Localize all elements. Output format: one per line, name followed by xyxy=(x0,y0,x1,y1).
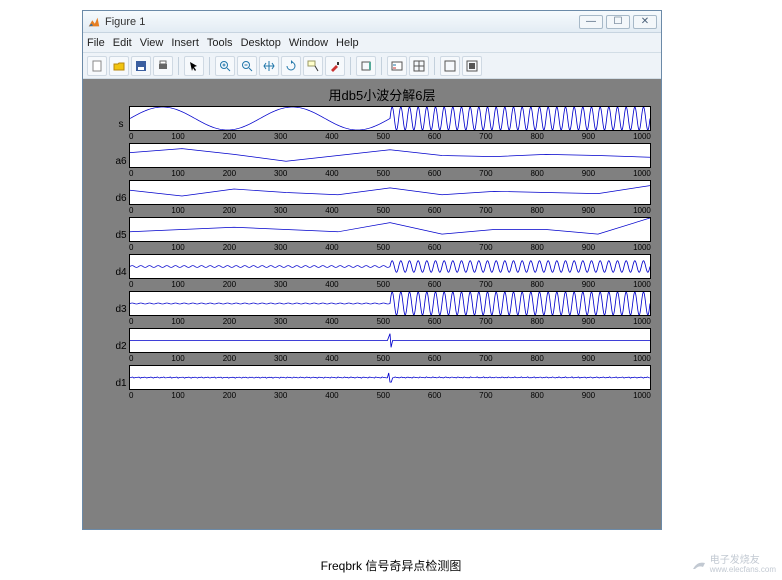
grid-icon[interactable] xyxy=(409,56,429,76)
subplot-axes: 0.50-0.501002003004005006007008009001000 xyxy=(129,217,651,254)
watermark-icon xyxy=(691,559,707,571)
menu-edit[interactable]: Edit xyxy=(113,37,132,49)
figure-title: 用db5小波分解6层 xyxy=(113,85,651,104)
save-icon[interactable] xyxy=(131,56,151,76)
subplot-row: d30.50-0.5010020030040050060070080090010… xyxy=(113,291,651,328)
subplot-axes: 10-101002003004005006007008009001000 xyxy=(129,180,651,217)
close-button[interactable]: ✕ xyxy=(633,15,657,29)
menu-help[interactable]: Help xyxy=(336,37,359,49)
watermark: 电子发烧友 www.elecfans.com xyxy=(691,556,776,574)
toolbar xyxy=(83,53,661,79)
subplot-row: d610-101002003004005006007008009001000 xyxy=(113,180,651,217)
subplot-ylabel: d1 xyxy=(113,378,129,389)
brush-icon[interactable] xyxy=(325,56,345,76)
menu-desktop[interactable]: Desktop xyxy=(241,37,281,49)
subplot-ylabel: s xyxy=(113,119,129,130)
subplot-axes: 20-201002003004005006007008009001000 xyxy=(129,254,651,291)
matlab-icon xyxy=(87,15,101,29)
window-controls: — ☐ ✕ xyxy=(579,15,657,29)
subplot-axes: 20-201002003004005006007008009001000 xyxy=(129,143,651,180)
subplot-axes: 10-101002003004005006007008009001000 xyxy=(129,106,651,143)
datacursor-icon[interactable] xyxy=(303,56,323,76)
menu-view[interactable]: View xyxy=(140,37,164,49)
dock-icon[interactable] xyxy=(440,56,460,76)
menubar: File Edit View Insert Tools Desktop Wind… xyxy=(83,33,661,53)
print-icon[interactable] xyxy=(153,56,173,76)
subplot-axes: 0.50-0.501002003004005006007008009001000 xyxy=(129,291,651,328)
subplot-ylabel: d2 xyxy=(113,341,129,352)
watermark-url: www.elecfans.com xyxy=(710,566,776,574)
minimize-button[interactable]: — xyxy=(579,15,603,29)
pan-icon[interactable] xyxy=(259,56,279,76)
menu-insert[interactable]: Insert xyxy=(171,37,199,49)
subplot-row: d50.50-0.5010020030040050060070080090010… xyxy=(113,217,651,254)
subplot-row: s10-101002003004005006007008009001000 xyxy=(113,106,651,143)
figure-caption: Freqbrk 信号奇异点检测图 xyxy=(0,557,782,574)
menu-file[interactable]: File xyxy=(87,37,105,49)
open-icon[interactable] xyxy=(109,56,129,76)
menu-tools[interactable]: Tools xyxy=(207,37,233,49)
menu-window[interactable]: Window xyxy=(289,37,328,49)
subplot-ylabel: d6 xyxy=(113,193,129,204)
subplot-row: d10.50-0.5010020030040050060070080090010… xyxy=(113,365,651,402)
pointer-icon[interactable] xyxy=(184,56,204,76)
new-icon[interactable] xyxy=(87,56,107,76)
subplot-ylabel: d5 xyxy=(113,230,129,241)
zoom-out-icon[interactable] xyxy=(237,56,257,76)
subplot-ylabel: d4 xyxy=(113,267,129,278)
rotate-icon[interactable] xyxy=(281,56,301,76)
subplot-ylabel: a6 xyxy=(113,156,129,167)
subplot-axes: 0.50-0.501002003004005006007008009001000 xyxy=(129,365,651,402)
annotate-icon[interactable] xyxy=(462,56,482,76)
maximize-button[interactable]: ☐ xyxy=(606,15,630,29)
figure-area: 用db5小波分解6层 s10-1010020030040050060070080… xyxy=(83,79,661,529)
subplot-axes: 0.50-0.501002003004005006007008009001000 xyxy=(129,328,651,365)
titlebar: Figure 1 — ☐ ✕ xyxy=(83,11,661,33)
colorbar-icon[interactable] xyxy=(356,56,376,76)
legend-icon[interactable] xyxy=(387,56,407,76)
subplot-row: d20.50-0.5010020030040050060070080090010… xyxy=(113,328,651,365)
zoom-in-icon[interactable] xyxy=(215,56,235,76)
window-title: Figure 1 xyxy=(105,16,145,28)
subplot-ylabel: d3 xyxy=(113,304,129,315)
subplot-row: a620-201002003004005006007008009001000 xyxy=(113,143,651,180)
subplot-row: d420-201002003004005006007008009001000 xyxy=(113,254,651,291)
figure-window: Figure 1 — ☐ ✕ File Edit View Insert Too… xyxy=(82,10,662,530)
